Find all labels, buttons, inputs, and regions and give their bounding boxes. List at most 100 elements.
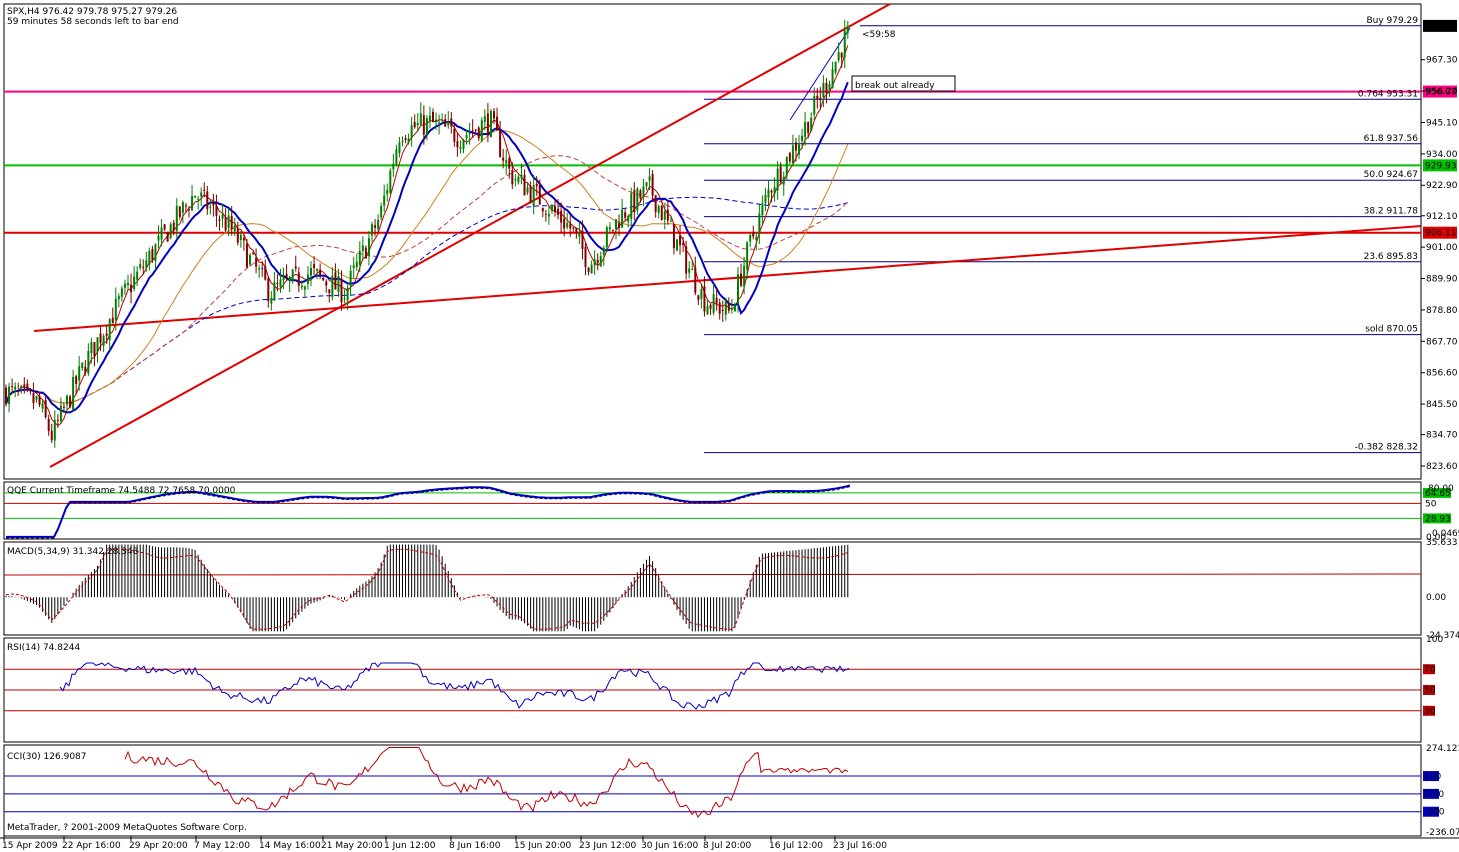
bar-timer-label: <59:58	[862, 30, 896, 40]
candle-body-27	[87, 350, 90, 374]
price-tick-label-13: 823.60	[1426, 462, 1458, 472]
candle-body-4	[17, 390, 20, 392]
candle-body-222	[682, 243, 685, 245]
candle-body-9	[32, 393, 35, 403]
candle-body-217	[666, 209, 669, 221]
candle-body-158	[486, 113, 489, 134]
candle-body-252	[773, 187, 776, 194]
chart-canvas[interactable]: 956.03929.93906.11Buy 979.290.764 953.31…	[0, 0, 1459, 852]
candle-body-204	[627, 215, 630, 222]
candle-body-135	[416, 123, 419, 126]
candle-body-54	[169, 224, 172, 238]
qqe-tag-label-1: 50	[1425, 499, 1437, 509]
rsi-tag-label-2: 50	[1424, 686, 1436, 696]
price-tick-label-9: 867.70	[1426, 337, 1458, 347]
price-tick-label-12: 834.70	[1426, 431, 1458, 441]
candle-body-63	[197, 198, 200, 200]
candle-body-232	[712, 293, 715, 313]
rsi-title: RSI(14) 74.8244	[7, 643, 80, 653]
candle-body-133	[410, 125, 413, 138]
candle-body-224	[688, 268, 691, 273]
fib-label-0: Buy 979.29	[1366, 16, 1418, 26]
candle-body-26	[84, 366, 87, 374]
candle-body-60	[188, 209, 190, 211]
candle-body-122	[377, 219, 380, 229]
macd-title: MACD(5,34,9) 31.342 28.348	[7, 547, 139, 557]
candle-body-185	[569, 223, 572, 229]
time-tick-label-3: 7 May 12:00	[194, 841, 250, 851]
candle-body-118	[364, 247, 367, 259]
candle-body-16	[53, 420, 56, 441]
candle-body-218	[669, 220, 672, 222]
last-price-label: 979.26	[1425, 22, 1457, 32]
candle-body-180	[554, 206, 556, 213]
candle-body-220	[676, 239, 678, 251]
cci-tick-label-0: 274.1210	[1426, 744, 1459, 754]
candle-body-230	[706, 306, 709, 315]
candle-body-21	[69, 396, 72, 408]
candle-body-266	[816, 95, 819, 100]
candle-body-178	[547, 213, 550, 217]
chart-window[interactable]: 956.03 929.93 906.11 Buy 979.29 0.764 953.31…	[0, 0, 1459, 852]
candle-body-156	[480, 120, 483, 141]
candle-body-228	[700, 289, 703, 299]
candle-body-152	[468, 133, 471, 135]
level-tag-label-1: 929.93	[1425, 161, 1457, 171]
candle-body-66	[206, 191, 209, 210]
fib-label-6: sold 870.05	[1365, 325, 1418, 335]
qqe-tick-top: 80.00	[1428, 484, 1454, 494]
candle-body-95	[294, 266, 297, 269]
candle-body-263	[807, 121, 810, 134]
candle-body-125	[386, 189, 389, 195]
candle-body-203	[624, 212, 627, 218]
candle-body-114	[352, 265, 355, 268]
time-tick-label-2: 29 Apr 20:00	[129, 841, 188, 851]
candle-body-31	[99, 333, 102, 344]
rsi-tag-3: 30	[1423, 705, 1436, 717]
candle-body-146	[450, 118, 453, 127]
candle-body-162	[499, 129, 502, 157]
candle-body-236	[724, 300, 727, 315]
price-tick-label-1: 956.20	[1426, 87, 1458, 97]
price-tick-label-7: 889.90	[1426, 275, 1458, 285]
candle-body-58	[181, 202, 184, 213]
candle-body-243	[746, 242, 749, 270]
cci-tag-3: -100	[1423, 806, 1445, 818]
candle-body-84	[261, 267, 264, 269]
candle-body-25	[81, 362, 84, 369]
candle-body-253	[776, 168, 779, 191]
candle-body-139	[428, 115, 431, 121]
candle-body-40	[127, 283, 129, 286]
candle-body-38	[120, 288, 123, 298]
candle-body-20	[66, 395, 68, 405]
candle-body-192	[590, 264, 593, 274]
candle-body-250	[767, 189, 770, 198]
candle-body-67	[209, 206, 212, 208]
candle-body-186	[572, 227, 575, 229]
candle-body-49	[154, 244, 157, 261]
candle-body-119	[367, 238, 370, 256]
candle-body-271	[831, 69, 834, 88]
candle-body-11	[38, 396, 41, 405]
candle-body-91	[282, 277, 285, 281]
candle-body-42	[133, 276, 136, 289]
candle-body-202	[621, 209, 624, 228]
candle-body-61	[191, 196, 194, 211]
candle-body-23	[75, 376, 78, 384]
candle-body-229	[703, 286, 706, 312]
candle-body-214	[657, 206, 660, 213]
candle-body-73	[227, 215, 230, 229]
price-tick-label-8: 878.80	[1426, 306, 1458, 316]
candle-body-82	[255, 257, 258, 267]
candle-body-170	[523, 174, 526, 196]
candle-body-34	[108, 319, 111, 340]
candle-body-131	[404, 138, 407, 140]
rsi-tag-label-1: 70	[1424, 665, 1436, 675]
candle-body-273	[837, 51, 840, 61]
candle-body-160	[493, 111, 495, 119]
macd-tick-label-0: 35.633	[1426, 538, 1458, 548]
candle-body-247	[758, 213, 761, 235]
price-tick-label-5: 912.10	[1426, 212, 1458, 222]
candle-body-216	[663, 211, 666, 220]
candle-body-145	[447, 122, 450, 126]
